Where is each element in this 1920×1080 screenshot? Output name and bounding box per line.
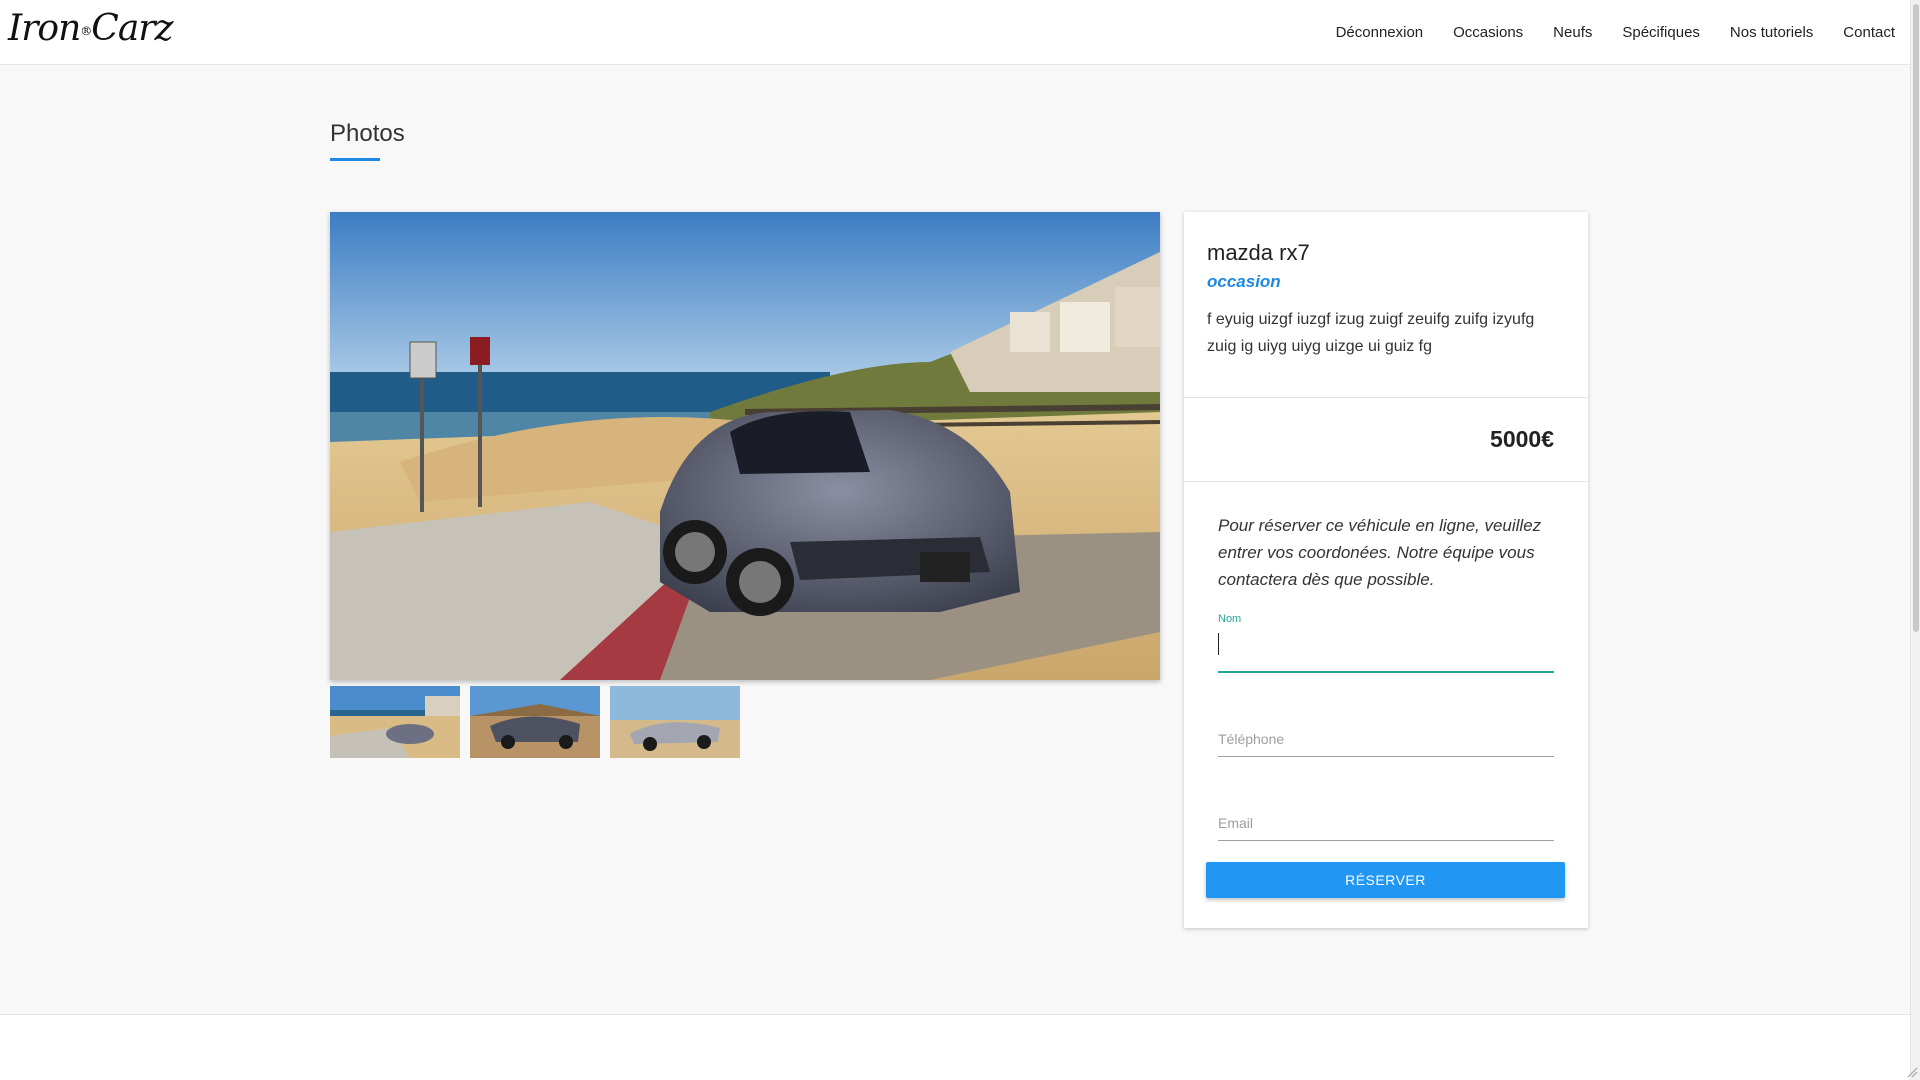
email-label: Email xyxy=(1218,815,1254,831)
name-underline xyxy=(1218,671,1554,673)
brand-logo[interactable]: Iron®Carz xyxy=(8,8,173,60)
logo-text: Iron xyxy=(8,8,81,49)
email-underline xyxy=(1218,840,1554,841)
vehicle-name: mazda rx7 xyxy=(1207,240,1310,265)
thumbnail-strip xyxy=(330,686,740,758)
nav-menu: Déconnexion Occasions Neufs Spécifiques … xyxy=(1321,0,1910,65)
navbar: Iron®Carz Déconnexion Occasions Neufs Sp… xyxy=(0,0,1910,65)
thumbnail-image xyxy=(470,686,600,758)
thumbnail-image xyxy=(330,686,460,758)
phone-underline xyxy=(1218,756,1554,757)
nav-item-deconnexion[interactable]: Déconnexion xyxy=(1321,24,1439,41)
thumbnail-image xyxy=(610,686,740,758)
main-photo[interactable] xyxy=(330,212,1160,680)
vehicle-info: mazda rx7 occasion f eyuig uizgf iuzgf i… xyxy=(1184,212,1588,398)
reservation-note: Pour réserver ce véhicule en ligne, veui… xyxy=(1218,516,1542,589)
car-photo-image xyxy=(330,212,1160,680)
email-field[interactable]: Email xyxy=(1218,777,1554,841)
thumbnail-2[interactable] xyxy=(470,686,600,758)
nav-item-occasions[interactable]: Occasions xyxy=(1438,24,1538,41)
nav-item-specifiques[interactable]: Spécifiques xyxy=(1607,24,1715,41)
logo-text-2: Carz xyxy=(91,8,173,49)
footer xyxy=(0,1014,1910,1080)
text-caret xyxy=(1218,633,1219,655)
nav-item-neufs[interactable]: Neufs xyxy=(1538,24,1607,41)
page-scrollbar[interactable] xyxy=(1910,0,1920,1080)
resize-grip-icon[interactable] xyxy=(1906,1066,1918,1078)
phone-field[interactable]: Téléphone xyxy=(1218,693,1554,757)
logo-mark: ® xyxy=(80,24,92,38)
vehicle-condition: occasion xyxy=(1207,272,1281,291)
nav-item-contact[interactable]: Contact xyxy=(1828,24,1910,41)
scrollbar-thumb[interactable] xyxy=(1913,4,1919,632)
vehicle-description: f eyuig uizgf iuzgf izug zuigf zeuifg zu… xyxy=(1207,311,1535,355)
title-underline xyxy=(330,158,380,161)
thumbnail-1[interactable] xyxy=(330,686,460,758)
nav-item-tutoriels[interactable]: Nos tutoriels xyxy=(1715,24,1828,41)
name-field[interactable]: Nom xyxy=(1218,609,1554,673)
thumbnail-3[interactable] xyxy=(610,686,740,758)
name-label: Nom xyxy=(1218,613,1242,625)
section-title: Photos xyxy=(330,120,405,147)
vehicle-price: 5000€ xyxy=(1490,426,1554,452)
reservation-form: Pour réserver ce véhicule en ligne, veui… xyxy=(1184,482,1588,841)
vehicle-card: mazda rx7 occasion f eyuig uizgf iuzgf i… xyxy=(1184,212,1588,928)
phone-label: Téléphone xyxy=(1218,731,1285,747)
price-section: 5000€ xyxy=(1184,398,1588,482)
reserve-button[interactable]: Réserver xyxy=(1206,862,1565,898)
